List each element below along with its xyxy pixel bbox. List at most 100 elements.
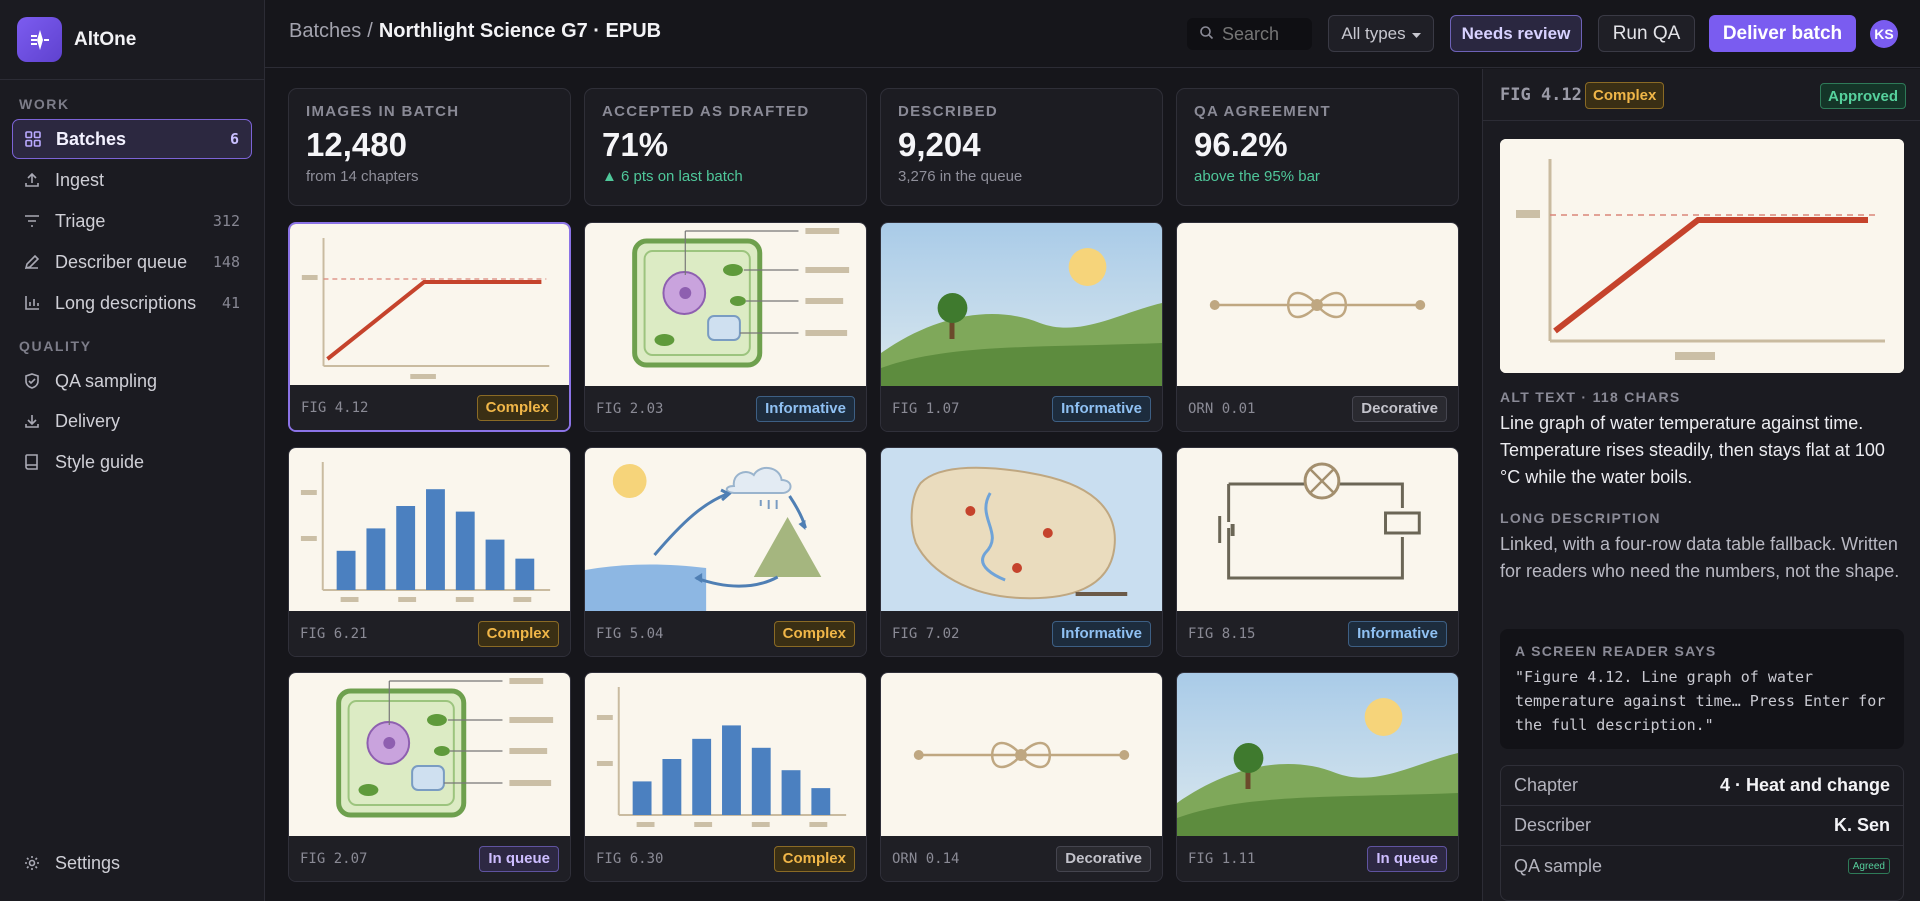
run-qa-button[interactable]: Run QA bbox=[1598, 15, 1695, 52]
alt-text-label: ALT TEXT · 118 CHARS bbox=[1500, 389, 1681, 405]
classification-badge: Informative bbox=[1348, 620, 1447, 647]
figure-id: FIG 2.07 bbox=[300, 850, 368, 867]
alt-text: Line graph of water temperature against … bbox=[1500, 413, 1885, 487]
sidebar-item-triage[interactable]: Triage 312 bbox=[12, 201, 252, 241]
sidebar-item-label: Long descriptions bbox=[55, 292, 197, 313]
brand: AltOne bbox=[0, 0, 264, 80]
image-card[interactable]: FIG 2.07 In queue bbox=[288, 672, 571, 882]
sidebar-item-label: Triage bbox=[55, 210, 106, 231]
meta-key: Chapter bbox=[1514, 775, 1579, 795]
card-footer: FIG 5.04 Complex bbox=[585, 611, 866, 656]
breadcrumb-root[interactable]: Batches bbox=[289, 20, 361, 42]
image-card[interactable]: FIG 4.12 Complex bbox=[288, 222, 571, 432]
figure-id: FIG 6.30 bbox=[596, 850, 664, 867]
sidebar-item-delivery[interactable]: Delivery bbox=[12, 401, 252, 441]
search-box[interactable] bbox=[1187, 18, 1312, 50]
image-card[interactable]: FIG 8.15 Informative bbox=[1176, 447, 1459, 657]
image-card[interactable]: FIG 7.02 Informative bbox=[880, 447, 1163, 657]
altone-logo-icon[interactable] bbox=[17, 17, 62, 62]
figure-id: FIG 2.03 bbox=[596, 400, 664, 417]
classification-badge: Informative bbox=[1052, 395, 1151, 422]
app-name: AltOne bbox=[74, 28, 137, 50]
figure-id: ORN 0.14 bbox=[892, 850, 960, 867]
sidebar-item-qa-sampling[interactable]: QA sampling bbox=[12, 361, 252, 401]
image-card[interactable]: FIG 2.03 Informative bbox=[584, 222, 867, 432]
chevron-down-icon bbox=[1411, 24, 1421, 44]
sidebar-item-long-descriptions[interactable]: Long descriptions 41 bbox=[12, 283, 252, 323]
stat-described: DESCRIBED 9,204 3,276 in the queue bbox=[880, 88, 1163, 206]
meta-value: 4 · Heat and change bbox=[1719, 775, 1890, 795]
card-footer: FIG 2.03 Informative bbox=[585, 386, 866, 431]
card-footer: FIG 8.15 Informative bbox=[1177, 611, 1458, 656]
search-icon bbox=[1199, 24, 1214, 45]
image-card[interactable]: FIG 6.21 Complex bbox=[288, 447, 571, 657]
image-card[interactable]: FIG 5.04 Complex bbox=[584, 447, 867, 657]
breadcrumb-current: Northlight Science G7 · EPUB bbox=[378, 20, 662, 42]
stat-sub: 3,276 in the queue bbox=[898, 168, 1023, 185]
image-thumbnail bbox=[289, 448, 570, 613]
image-card[interactable]: FIG 6.30 Complex bbox=[584, 672, 867, 882]
type-filter-dropdown[interactable]: All types bbox=[1328, 15, 1434, 52]
sidebar-item-ingest[interactable]: Ingest bbox=[12, 160, 252, 200]
sidebar: AltOne WORK Batches 6 Ingest Triage 312 … bbox=[0, 0, 265, 901]
bar bbox=[426, 489, 445, 590]
image-card[interactable]: ORN 0.01 Decorative bbox=[1176, 222, 1459, 432]
avatar[interactable]: KS bbox=[1870, 20, 1898, 48]
download-icon bbox=[22, 411, 42, 431]
book-icon bbox=[22, 452, 42, 472]
figure-id: ORN 0.01 bbox=[1188, 400, 1256, 417]
gear-icon bbox=[22, 853, 42, 873]
sidebar-item-count: 41 bbox=[221, 294, 240, 312]
sidebar-item-style-guide[interactable]: Style guide bbox=[12, 442, 252, 482]
image-thumbnail bbox=[585, 223, 866, 388]
detail-preview-image bbox=[1500, 139, 1904, 373]
meta-key: QA sample bbox=[1514, 855, 1603, 876]
search-input[interactable] bbox=[1222, 23, 1312, 45]
long-description-label: LONG DESCRIPTION bbox=[1500, 510, 1661, 526]
grid-icon bbox=[23, 129, 43, 149]
sidebar-item-describer-queue[interactable]: Describer queue 148 bbox=[12, 242, 252, 282]
image-card[interactable]: ORN 0.14 Decorative bbox=[880, 672, 1163, 882]
card-footer: FIG 6.21 Complex bbox=[289, 611, 570, 656]
stat-qa-agreement: QA AGREEMENT 96.2% above the 95% bar bbox=[1176, 88, 1459, 206]
card-footer: FIG 2.07 In queue bbox=[289, 836, 570, 881]
card-footer: FIG 7.02 Informative bbox=[881, 611, 1162, 656]
filter-icon bbox=[22, 211, 42, 231]
figure-id: FIG 5.04 bbox=[596, 625, 664, 642]
stat-sub: above the 95% bar bbox=[1194, 168, 1320, 185]
upload-icon bbox=[22, 170, 42, 190]
classification-badge: Complex bbox=[477, 620, 559, 647]
figure-id: FIG 1.11 bbox=[1188, 850, 1256, 867]
image-card[interactable]: FIG 1.07 Informative bbox=[880, 222, 1163, 432]
sidebar-item-count: 312 bbox=[212, 212, 240, 230]
detail-meta-table: Chapter 4 · Heat and change Describer K.… bbox=[1500, 765, 1904, 901]
card-footer: FIG 1.07 Informative bbox=[881, 386, 1162, 431]
detail-header: FIG 4.12 Complex Approved bbox=[1483, 69, 1920, 121]
image-thumbnail bbox=[881, 448, 1162, 613]
detail-complexity-badge: Complex bbox=[1585, 82, 1665, 109]
breadcrumb-separator: / bbox=[367, 20, 373, 42]
classification-badge: Complex bbox=[773, 845, 855, 872]
stat-accepted-as-drafted: ACCEPTED AS DRAFTED 71% ▲ 6 pts on last … bbox=[584, 88, 867, 206]
meta-row-describer: Describer K. Sen bbox=[1501, 806, 1903, 846]
bar bbox=[751, 747, 771, 815]
pencil-icon bbox=[22, 252, 42, 272]
needs-review-button[interactable]: Needs review bbox=[1450, 15, 1582, 52]
stat-label: ACCEPTED AS DRAFTED bbox=[602, 103, 810, 120]
figure-id: FIG 4.12 bbox=[301, 399, 369, 416]
classification-badge: In queue bbox=[1367, 845, 1447, 872]
sidebar-item-batches[interactable]: Batches 6 bbox=[12, 119, 252, 159]
classification-badge: Informative bbox=[756, 395, 855, 422]
bar bbox=[455, 511, 475, 590]
image-thumbnail bbox=[1177, 448, 1458, 613]
figure-id: FIG 6.21 bbox=[300, 625, 368, 642]
deliver-batch-button[interactable]: Deliver batch bbox=[1709, 15, 1856, 52]
type-filter-label: All types bbox=[1341, 23, 1406, 43]
meta-key: Describer bbox=[1514, 815, 1592, 835]
sidebar-item-settings[interactable]: Settings bbox=[12, 843, 252, 883]
bar bbox=[662, 759, 682, 815]
sidebar-item-label: Batches bbox=[56, 128, 127, 149]
stat-sub: ▲ 6 pts on last batch bbox=[602, 168, 743, 185]
classification-badge: Complex bbox=[773, 620, 855, 647]
image-card[interactable]: FIG 1.11 In queue bbox=[1176, 672, 1459, 882]
